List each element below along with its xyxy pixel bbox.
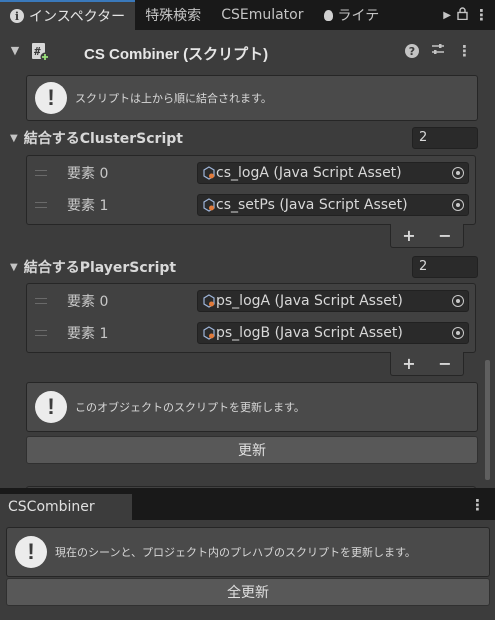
info-bang-icon: ! — [35, 391, 67, 423]
object-field[interactable]: ps_logA (Java Script Asset) — [197, 290, 469, 312]
js-asset-icon — [203, 198, 215, 212]
cscombiner-menu-kebab-icon[interactable]: ⋮ — [470, 496, 485, 514]
object-field-value: ps_logA (Java Script Asset) — [216, 293, 403, 309]
component-menu-kebab-icon[interactable]: ⋮ — [457, 43, 472, 59]
tab-inspector-label: インスペクター — [29, 9, 126, 25]
add-element-button[interactable]: + — [402, 226, 415, 245]
foldout-arrow-icon: ▼ — [10, 132, 18, 144]
info-icon: i — [10, 9, 24, 23]
help-message: 現在のシーンと、プロジェクト内のプレハブのスクリプトを更新します。 — [55, 546, 416, 559]
list-item: 要素 0 ps_logA (Java Script Asset) — [27, 288, 475, 314]
cluster-script-label: 結合するClusterScript — [23, 131, 183, 147]
tab-inspector[interactable]: i インスペクター — [0, 0, 136, 30]
lock-icon[interactable] — [457, 6, 468, 24]
update-all-button[interactable]: 全更新 — [6, 578, 490, 606]
component-title: CS Combiner (スクリプト) — [84, 46, 269, 63]
script-component-icon: # — [30, 42, 50, 62]
cscombiner-tab-bar: CSCombiner ⋮ — [0, 488, 495, 520]
cluster-script-foldout[interactable]: ▼ 結合するClusterScript — [10, 128, 183, 148]
tab-cs-emulator[interactable]: CSEmulator — [211, 0, 313, 30]
element-label: 要素 0 — [67, 294, 109, 310]
player-script-foldout[interactable]: ▼ 結合するPlayerScript — [10, 257, 176, 277]
cscombiner-panel: ! 現在のシーンと、プロジェクト内のプレハブのスクリプトを更新します。 全更新 — [0, 520, 495, 620]
js-asset-icon — [203, 326, 215, 340]
help-box-update: ! このオブジェクトのスクリプトを更新します。 — [26, 382, 478, 432]
component-foldout-icon[interactable]: ▼ — [8, 44, 22, 57]
presets-icon[interactable] — [431, 42, 445, 60]
lightbulb-icon — [323, 9, 333, 21]
tab-menu-kebab-icon[interactable]: ⋮ — [474, 7, 489, 23]
list-item: 要素 1 ps_logB (Java Script Asset) — [27, 320, 475, 346]
object-picker-icon[interactable] — [448, 167, 468, 179]
inspector-panel: ▼ # CS Combiner (スクリプト) ? ⋮ ! スクリプトは上から順… — [0, 30, 495, 488]
player-list-footer: + − — [390, 352, 464, 376]
cluster-list-footer: + − — [390, 224, 464, 248]
help-box-order: ! スクリプトは上から順に結合されます。 — [26, 75, 478, 121]
player-script-list: 要素 0 ps_logA (Java Script Asset) 要素 1 ps… — [26, 283, 476, 353]
js-asset-icon — [203, 294, 215, 308]
object-field-value: ps_logB (Java Script Asset) — [216, 325, 403, 341]
tab-cs-emulator-label: CSEmulator — [221, 7, 304, 23]
help-message: スクリプトは上から順に結合されます。 — [75, 92, 272, 105]
help-icon[interactable]: ? — [405, 44, 419, 58]
object-field[interactable]: cs_setPs (Java Script Asset) — [197, 194, 469, 216]
tab-lighting[interactable]: ライテ — [314, 0, 382, 30]
cluster-script-list: 要素 0 cs_logA (Java Script Asset) 要素 1 cs… — [26, 155, 476, 225]
foldout-arrow-icon: ▼ — [10, 261, 18, 273]
info-bang-icon: ! — [15, 536, 47, 568]
help-box-update-all: ! 現在のシーンと、プロジェクト内のプレハブのスクリプトを更新します。 — [6, 527, 490, 577]
tab-bar-controls: ▶ ⋮ — [437, 0, 495, 30]
player-script-label: 結合するPlayerScript — [23, 260, 177, 276]
object-field-value: cs_setPs (Java Script Asset) — [216, 197, 408, 213]
list-item: 要素 0 cs_logA (Java Script Asset) — [27, 160, 475, 186]
inspector-scrollbar[interactable] — [485, 360, 490, 480]
player-script-count-field[interactable]: 2 — [412, 256, 478, 278]
drag-handle-icon[interactable] — [35, 170, 47, 176]
list-item: 要素 1 cs_setPs (Java Script Asset) — [27, 192, 475, 218]
cluster-script-count-field[interactable]: 2 — [412, 127, 478, 149]
object-field[interactable]: cs_logA (Java Script Asset) — [197, 162, 469, 184]
tab-special-search-label: 特殊検索 — [145, 8, 202, 24]
tab-cscombiner[interactable]: CSCombiner — [0, 494, 132, 520]
drag-handle-icon[interactable] — [35, 202, 47, 208]
tab-special-search[interactable]: 特殊検索 — [135, 0, 211, 30]
info-bang-icon: ! — [35, 82, 67, 114]
svg-text:#: # — [34, 45, 41, 58]
help-message: このオブジェクトのスクリプトを更新します。 — [75, 401, 305, 414]
update-button[interactable]: 更新 — [26, 436, 478, 464]
window-tab-bar: i インスペクター 特殊検索 CSEmulator ライテ ▶ ⋮ — [0, 0, 495, 30]
js-asset-icon — [203, 166, 215, 180]
object-picker-icon[interactable] — [448, 327, 468, 339]
element-label: 要素 0 — [67, 166, 109, 182]
tab-scroll-right-icon[interactable]: ▶ — [443, 10, 451, 21]
element-label: 要素 1 — [67, 326, 109, 342]
remove-element-button[interactable]: − — [438, 226, 451, 245]
object-picker-icon[interactable] — [448, 295, 468, 307]
object-field-value: cs_logA (Java Script Asset) — [216, 165, 402, 181]
element-label: 要素 1 — [67, 198, 109, 214]
drag-handle-icon[interactable] — [35, 298, 47, 304]
object-picker-icon[interactable] — [448, 199, 468, 211]
remove-element-button[interactable]: − — [438, 354, 451, 373]
component-header[interactable]: ▼ # CS Combiner (スクリプト) ? ⋮ — [0, 36, 480, 66]
component-header-icons: ? ⋮ — [405, 42, 472, 60]
object-field[interactable]: ps_logB (Java Script Asset) — [197, 322, 469, 344]
tab-lighting-label: ライテ — [337, 8, 380, 24]
drag-handle-icon[interactable] — [35, 330, 47, 336]
add-element-button[interactable]: + — [402, 354, 415, 373]
